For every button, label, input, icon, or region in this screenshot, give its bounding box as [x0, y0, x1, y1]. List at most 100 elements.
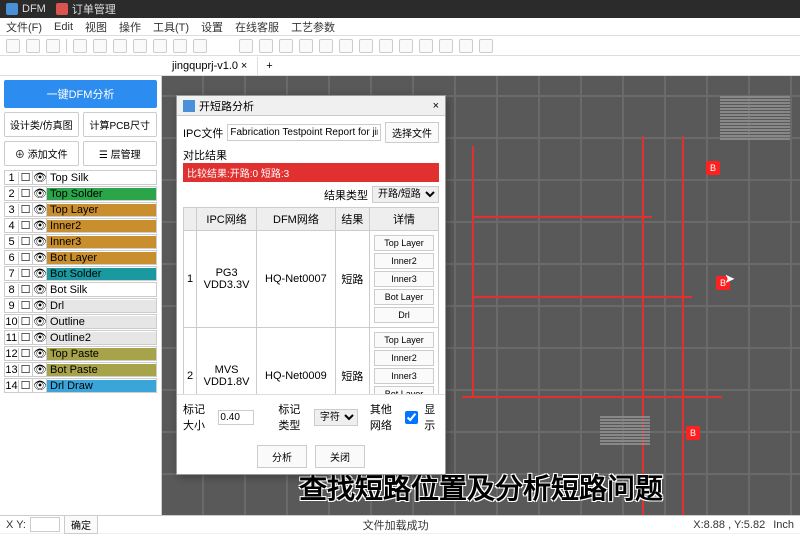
short-trace [472, 146, 474, 396]
tool-zoom-in[interactable] [399, 39, 413, 53]
xy-input[interactable] [30, 517, 60, 532]
tool-print[interactable] [46, 39, 60, 53]
dialog-title: 开短路分析 [199, 98, 254, 114]
layer-detail-button[interactable]: Bot Layer [374, 289, 434, 305]
routing-bars [720, 96, 790, 140]
layer-row[interactable]: 4☐👁Inner2 [4, 218, 157, 233]
layer-row[interactable]: 8☐👁Bot Silk [4, 282, 157, 297]
sidebar: 一键DFM分析 设计类/仿真图 计算PCB尺寸 ⊕ 添加文件 ☰ 层管理 1☐👁… [0, 76, 162, 515]
layer-row[interactable]: 10☐👁Outline [4, 314, 157, 329]
tool-15[interactable] [319, 39, 333, 53]
layer-row[interactable]: 3☐👁Top Layer [4, 202, 157, 217]
short-marker[interactable]: B [686, 426, 700, 440]
tool-save[interactable] [26, 39, 40, 53]
tool-redo[interactable] [479, 39, 493, 53]
confirm-button[interactable]: 确定 [64, 515, 98, 534]
xy-label: X Y: [6, 519, 26, 531]
layer-row[interactable]: 13☐👁Bot Paste [4, 362, 157, 377]
layer-row[interactable]: 5☐👁Inner3 [4, 234, 157, 249]
show-checkbox[interactable] [405, 411, 418, 424]
tool-16[interactable] [339, 39, 353, 53]
layer-detail-button[interactable]: Inner3 [374, 368, 434, 384]
app-tab[interactable]: DFM [6, 3, 46, 15]
short-trace [682, 136, 684, 515]
result-type-select[interactable]: 开路/短路 [372, 186, 439, 203]
close-button[interactable]: 关闭 [315, 445, 365, 468]
add-file-button[interactable]: ⊕ 添加文件 [4, 141, 79, 166]
tool-13[interactable] [279, 39, 293, 53]
table-row[interactable]: 2MVS VDD1.8VHQ-Net0009短路Top LayerInner2I… [184, 328, 439, 395]
tool-6[interactable] [113, 39, 127, 53]
menu-edit[interactable]: Edit [54, 21, 73, 33]
tool-18[interactable] [379, 39, 393, 53]
tool-7[interactable] [133, 39, 147, 53]
layer-row[interactable]: 2☐👁Top Solder [4, 186, 157, 201]
routing-bars [600, 416, 650, 445]
dfm-analyze-button[interactable]: 一键DFM分析 [4, 80, 157, 108]
mark-size-label: 标记大小 [183, 401, 212, 433]
tool-8[interactable] [153, 39, 167, 53]
dialog-icon [183, 100, 195, 112]
tool-zoom-out[interactable] [419, 39, 433, 53]
layer-row[interactable]: 1☐👁Top Silk [4, 170, 157, 185]
layer-detail-button[interactable]: Top Layer [374, 235, 434, 251]
layer-row[interactable]: 7☐👁Bot Solder [4, 266, 157, 281]
layer-detail-button[interactable]: Top Layer [374, 332, 434, 348]
layer-row[interactable]: 6☐👁Bot Layer [4, 250, 157, 265]
layer-detail-button[interactable]: Inner2 [374, 350, 434, 366]
layer-row[interactable]: 11☐👁Outline2 [4, 330, 157, 345]
select-file-button[interactable]: 选择文件 [385, 122, 439, 143]
mark-size-input[interactable] [218, 410, 254, 425]
design-sim-button[interactable]: 设计类/仿真图 [4, 112, 79, 137]
short-marker[interactable]: B [706, 161, 720, 175]
layer-detail-button[interactable]: Inner3 [374, 271, 434, 287]
layer-row[interactable]: 14☐👁Drl Draw [4, 378, 157, 393]
menu-process[interactable]: 工艺参数 [291, 19, 335, 35]
tool-5[interactable] [93, 39, 107, 53]
tool-open[interactable] [6, 39, 20, 53]
tab-close-icon[interactable]: × [241, 60, 247, 72]
layer-manage-button[interactable]: ☰ 层管理 [83, 141, 158, 166]
layer-row[interactable]: 9☐👁Drl [4, 298, 157, 313]
layer-row[interactable]: 12☐👁Top Paste [4, 346, 157, 361]
layer-detail-button[interactable]: Inner2 [374, 253, 434, 269]
unit-label[interactable]: Inch [773, 519, 794, 531]
mark-type-select[interactable]: 字符 [314, 409, 358, 426]
tool-home[interactable] [439, 39, 453, 53]
tool-12[interactable] [259, 39, 273, 53]
layer-detail-button[interactable]: Drl [374, 307, 434, 323]
tool-10[interactable] [193, 39, 207, 53]
short-trace [472, 216, 652, 218]
show-label: 显示 [424, 401, 439, 433]
dialog-titlebar[interactable]: 开短路分析 × [177, 96, 445, 116]
app-icon [6, 3, 18, 15]
tool-11[interactable] [239, 39, 253, 53]
table-row[interactable]: 1PG3 VDD3.3VHQ-Net0007短路Top LayerInner2I… [184, 231, 439, 328]
calc-pcb-button[interactable]: 计算PCB尺寸 [83, 112, 158, 137]
ipc-label: IPC文件 [183, 125, 223, 141]
menu-support[interactable]: 在线客服 [235, 19, 279, 35]
menu-tools[interactable]: 工具(T) [153, 19, 189, 35]
menu-operate[interactable]: 操作 [119, 19, 141, 35]
ipc-file-input[interactable] [227, 124, 381, 141]
other-net-label: 其他网络 [370, 401, 399, 433]
tool-undo[interactable] [459, 39, 473, 53]
close-icon[interactable]: × [433, 100, 439, 112]
layer-detail-button[interactable]: Bot Layer [374, 386, 434, 394]
order-tab[interactable]: 订单管理 [56, 1, 116, 17]
tool-9[interactable] [173, 39, 187, 53]
tool-4[interactable] [73, 39, 87, 53]
tool-17[interactable] [359, 39, 373, 53]
document-tabbar: jingquprj-v1.0 × + [0, 56, 800, 76]
tool-14[interactable] [299, 39, 313, 53]
coords-readout: X:8.88 , Y:5.82 [693, 519, 765, 531]
menu-view[interactable]: 视图 [85, 19, 107, 35]
short-trace [472, 296, 692, 298]
tab-project[interactable]: jingquprj-v1.0 × [162, 57, 258, 75]
short-marker[interactable]: B [716, 276, 730, 290]
results-table: IPC网络 DFM网络 结果 详情 1PG3 VDD3.3VHQ-Net0007… [183, 207, 439, 394]
menu-settings[interactable]: 设置 [201, 19, 223, 35]
analyze-button[interactable]: 分析 [257, 445, 307, 468]
menu-file[interactable]: 文件(F) [6, 19, 42, 35]
tab-add[interactable]: + [258, 57, 280, 75]
